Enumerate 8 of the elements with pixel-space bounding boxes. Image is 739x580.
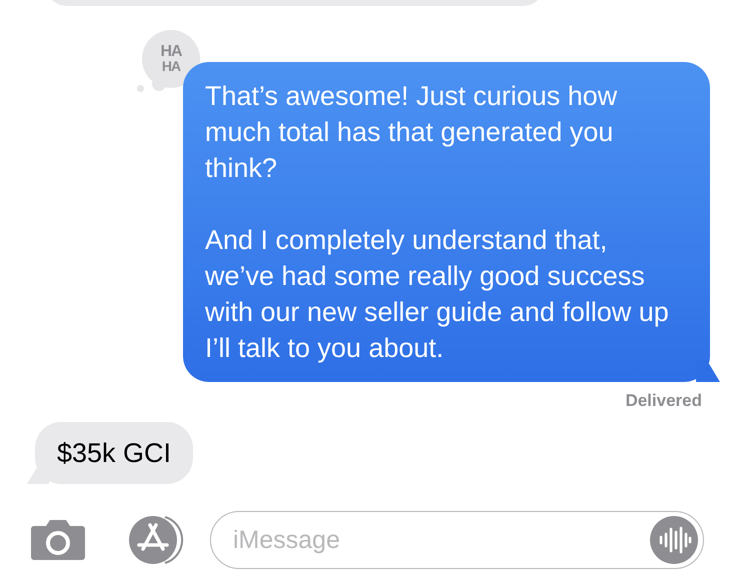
camera-icon [30,518,86,562]
delivery-status: Delivered [625,391,702,411]
message-text: And I completely understand that, we’ve had some really good success with our new seller guide and follow up I’ll talk to you about. [205,224,670,365]
message-input-field[interactable]: iMessage [210,511,704,569]
audio-waveform-icon[interactable] [650,516,698,564]
camera-button[interactable] [30,518,86,562]
message-text: $35k GCI [57,437,172,470]
message-text: That’s awesome! Just curious how much total has that generated you think? [205,80,618,185]
